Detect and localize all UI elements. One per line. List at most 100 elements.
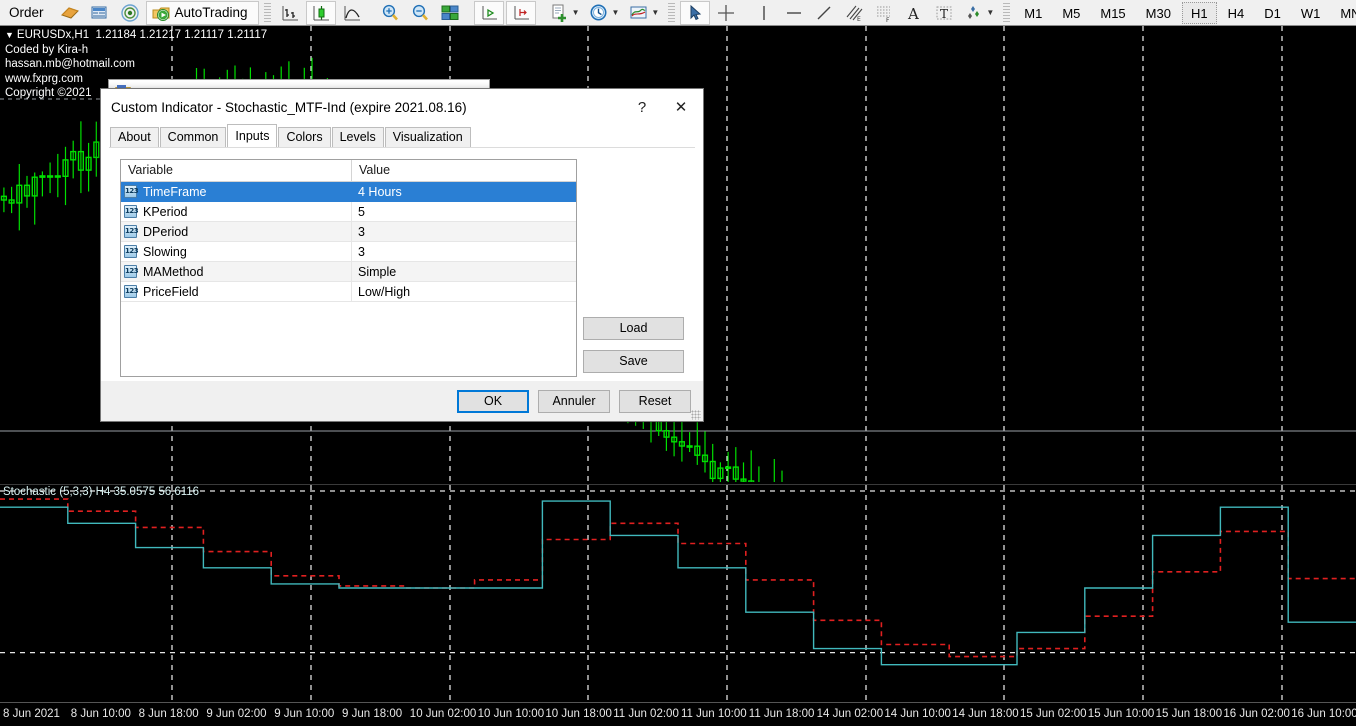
time-axis-label: 15 Jun 18:00 (1156, 708, 1223, 720)
time-axis-label: 14 Jun 18:00 (952, 708, 1019, 720)
navigator-icon[interactable] (116, 1, 144, 25)
toolbar-grip[interactable] (1003, 3, 1010, 23)
autotrading-button[interactable]: AutoTrading (146, 1, 259, 25)
dialog-help-button[interactable]: ? (625, 92, 659, 122)
drawing-tools-icon[interactable]: ▼ (960, 1, 998, 25)
toolbar-grip[interactable] (668, 3, 675, 23)
hline-icon[interactable] (780, 1, 808, 25)
bar-chart-icon[interactable] (276, 1, 304, 25)
chart-quotes: 1.21184 1.21217 1.21117 1.21117 (96, 29, 268, 41)
row-value[interactable]: Low/High (352, 282, 576, 302)
indicators-icon[interactable]: ▼ (546, 1, 584, 25)
text-icon[interactable]: A (900, 1, 928, 25)
time-axis-label: 9 Jun 18:00 (342, 708, 402, 720)
row-variable: Slowing (143, 242, 187, 262)
time-axis-label: 8 Jun 10:00 (71, 708, 131, 720)
table-row[interactable]: 123 MAMethod Simple (121, 262, 576, 282)
timeframe-h4[interactable]: H4 (1219, 2, 1254, 24)
market-watch-icon[interactable] (86, 1, 114, 25)
tab-inputs[interactable]: Inputs (227, 124, 277, 147)
time-axis-label: 10 Jun 02:00 (410, 708, 477, 720)
text-label-icon[interactable]: T (930, 1, 958, 25)
chart-symbol-line: ▼EURUSDx,H1 1.21184 1.21217 1.21117 1.21… (5, 28, 267, 43)
candlestick (40, 176, 45, 177)
row-value[interactable]: 3 (352, 222, 576, 242)
timeframe-d1[interactable]: D1 (1255, 2, 1290, 24)
tab-colors[interactable]: Colors (278, 127, 330, 147)
chevron-down-icon[interactable]: ▼ (986, 8, 994, 17)
time-axis-label: 9 Jun 10:00 (274, 708, 334, 720)
time-axis-label: 11 Jun 18:00 (749, 708, 815, 720)
table-row[interactable]: 123 PriceField Low/High (121, 282, 576, 302)
new-order-label: Order (5, 5, 50, 20)
chevron-down-icon[interactable]: ▼ (572, 8, 580, 17)
zoom-out-icon[interactable] (406, 1, 434, 25)
time-axis-label: 15 Jun 02:00 (1020, 708, 1087, 720)
table-row[interactable]: 123 Slowing 3 (121, 242, 576, 262)
table-row[interactable]: 123 KPeriod 5 (121, 202, 576, 222)
vline-icon[interactable] (750, 1, 778, 25)
timeframe-m1[interactable]: M1 (1015, 2, 1051, 24)
candlestick-chart-icon[interactable] (306, 1, 336, 25)
row-value[interactable]: 3 (352, 242, 576, 262)
zoom-in-icon[interactable] (376, 1, 404, 25)
timeframe-h1[interactable]: H1 (1182, 2, 1217, 24)
timeframe-w1[interactable]: W1 (1292, 2, 1330, 24)
save-button[interactable]: Save (583, 350, 684, 373)
row-value[interactable]: 5 (352, 202, 576, 222)
row-value[interactable]: Simple (352, 262, 576, 282)
load-button[interactable]: Load (583, 317, 684, 340)
table-row[interactable]: 123 TimeFrame 4 Hours (121, 182, 576, 202)
time-axis-label: 16 Jun 02:00 (1223, 708, 1290, 720)
row-value[interactable]: 4 Hours (352, 182, 576, 202)
time-axis-label: 14 Jun 02:00 (817, 708, 884, 720)
time-axis-label: 15 Jun 10:00 (1088, 708, 1155, 720)
time-axis-label: 8 Jun 18:00 (139, 708, 199, 720)
timeframe-mn[interactable]: MN (1331, 2, 1356, 24)
periods-icon[interactable]: ▼ (585, 1, 623, 25)
time-axis-label: 10 Jun 18:00 (545, 708, 612, 720)
resize-grip[interactable] (691, 410, 701, 420)
collapse-arrow-icon[interactable]: ▼ (5, 30, 14, 40)
cursor-icon[interactable] (680, 1, 710, 25)
time-axis-label: 14 Jun 10:00 (884, 708, 951, 720)
custom-indicator-dialog[interactable]: Custom Indicator - Stochastic_MTF-Ind (e… (100, 88, 704, 422)
templates-icon[interactable]: ▼ (625, 1, 663, 25)
ok-button[interactable]: OK (457, 390, 529, 413)
tab-about[interactable]: About (110, 127, 159, 147)
reset-button[interactable]: Reset (619, 390, 691, 413)
timeframe-m5[interactable]: M5 (1053, 2, 1089, 24)
inputs-table[interactable]: Variable Value 123 TimeFrame 4 Hours 123 (120, 159, 577, 377)
tab-visualization[interactable]: Visualization (385, 127, 471, 147)
stochastic-chart-svg (0, 485, 1356, 703)
new-order-button[interactable]: Order (1, 1, 54, 25)
indicator-label: Stochastic (5,3,3) H4 35.0575 56.6116 (3, 486, 199, 498)
stochastic-indicator-pane[interactable]: Stochastic (5,3,3) H4 35.0575 56.6116 (0, 484, 1356, 702)
table-header-row: Variable Value (121, 160, 576, 182)
crosshair-icon[interactable] (712, 1, 740, 25)
timeframe-m15[interactable]: M15 (1091, 2, 1134, 24)
table-row[interactable]: 123 DPeriod 3 (121, 222, 576, 242)
auto-scroll-icon[interactable] (474, 1, 504, 25)
tab-common[interactable]: Common (160, 127, 227, 147)
svg-text:E: E (857, 16, 861, 23)
tab-levels[interactable]: Levels (332, 127, 384, 147)
chart-shift-icon[interactable] (506, 1, 536, 25)
number-type-icon: 123 (124, 245, 137, 258)
fibonacci-icon[interactable]: F (870, 1, 898, 25)
trendline-icon[interactable] (810, 1, 838, 25)
profiles-icon[interactable] (56, 1, 84, 25)
tile-windows-icon[interactable] (436, 1, 464, 25)
chevron-down-icon[interactable]: ▼ (651, 8, 659, 17)
timeframe-m30[interactable]: M30 (1137, 2, 1180, 24)
line-chart-icon[interactable] (338, 1, 366, 25)
chevron-down-icon[interactable]: ▼ (611, 8, 619, 17)
candlestick (687, 446, 692, 447)
dialog-close-button[interactable]: ✕ (659, 92, 703, 122)
credit-line-3: www.fxprg.com (5, 72, 267, 87)
toolbar-grip[interactable] (264, 3, 271, 23)
svg-text:T: T (940, 7, 948, 21)
equidistant-channel-icon[interactable]: E (840, 1, 868, 25)
cancel-button[interactable]: Annuler (538, 390, 610, 413)
time-axis-label: 11 Jun 02:00 (613, 708, 679, 720)
